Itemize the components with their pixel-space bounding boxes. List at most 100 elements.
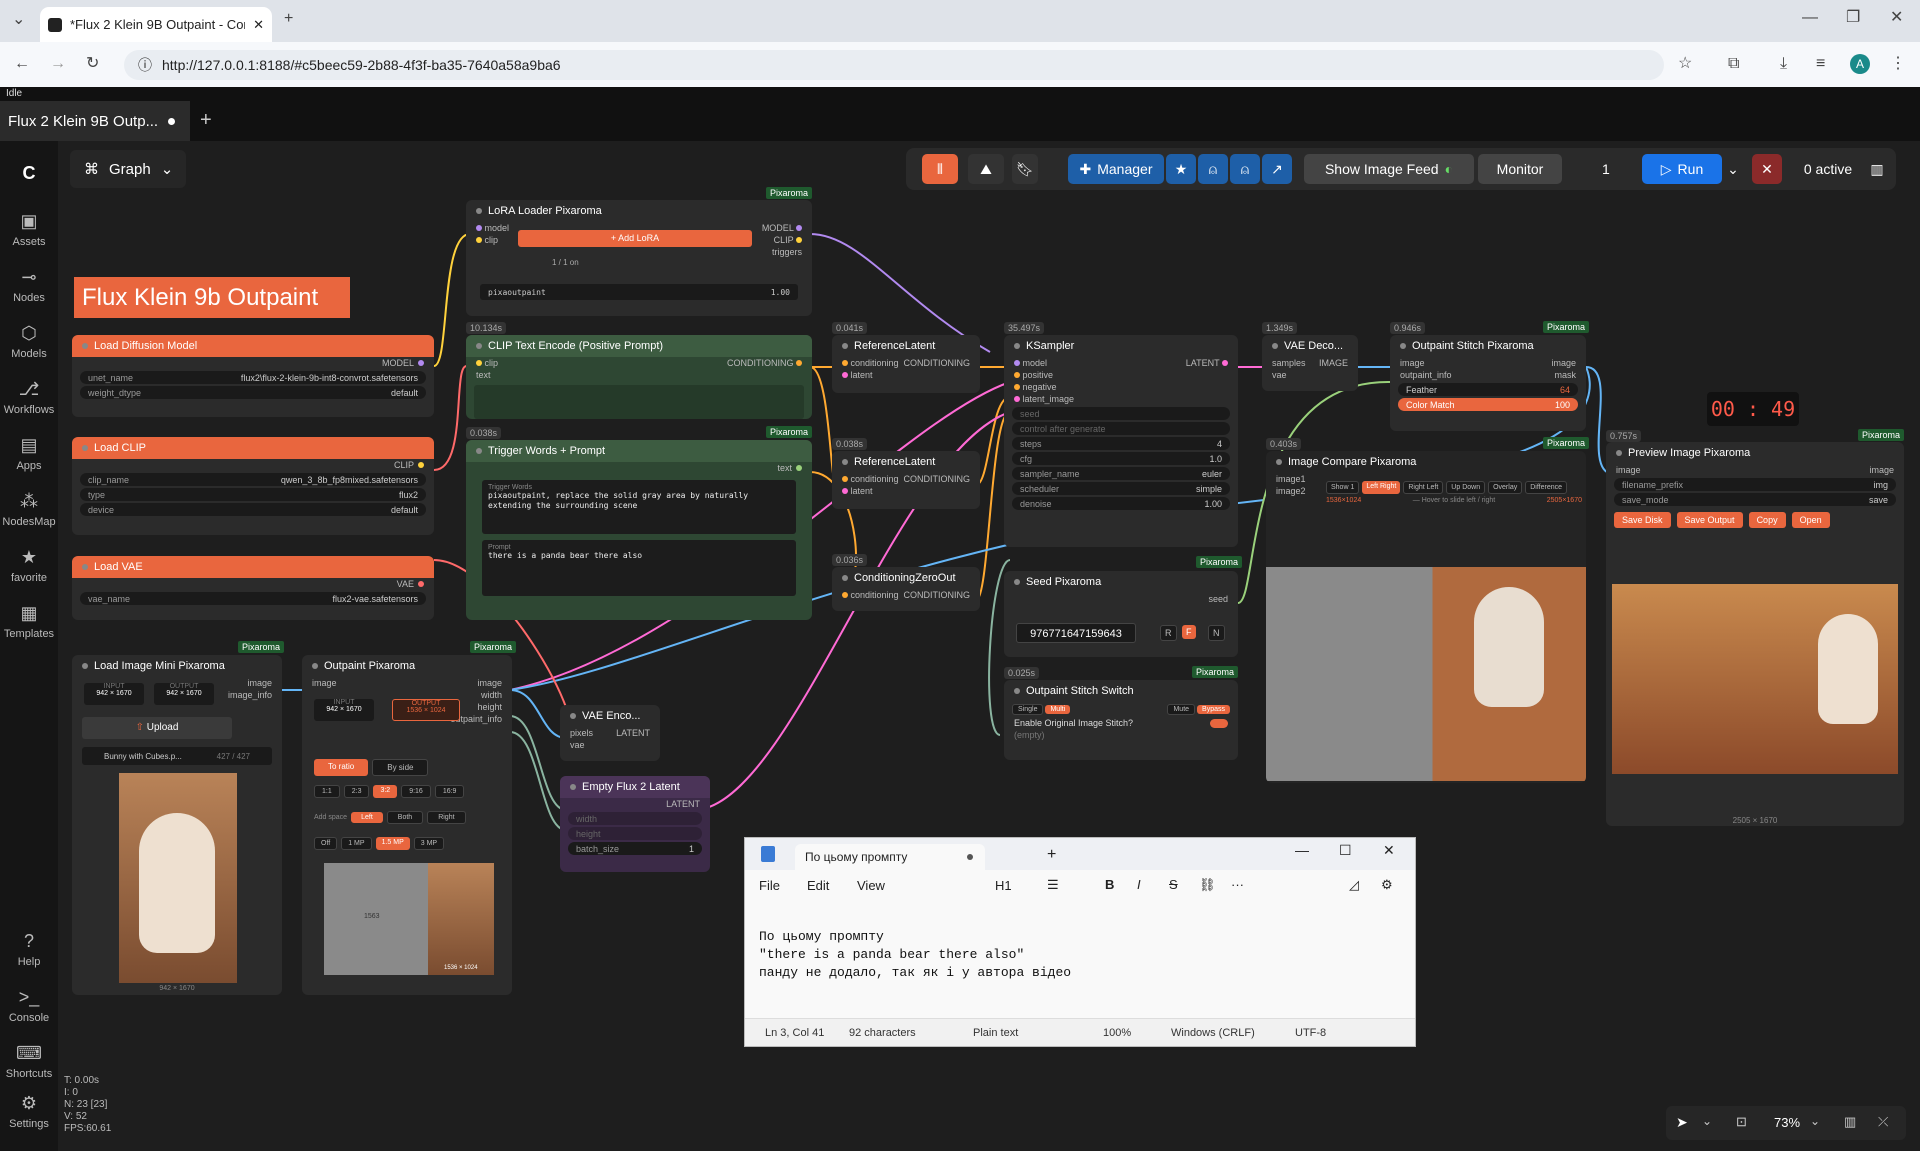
side-button[interactable]: Left	[351, 812, 383, 823]
side-button[interactable]: Right	[427, 811, 466, 824]
node-ksampler[interactable]: KSampler model LATENT positive negative l…	[1004, 335, 1238, 547]
chevron-down-icon[interactable]: ⌄	[1810, 1114, 1820, 1128]
hide-links-icon[interactable]: ⤫	[1878, 1114, 1888, 1130]
cancel-run-button[interactable]: ✕	[1752, 154, 1782, 184]
link-icon[interactable]: ⛓	[1199, 877, 1216, 893]
node-vae-encode[interactable]: VAE Enco... pixels LATENT vae	[560, 705, 660, 761]
new-workflow-icon[interactable]: +	[200, 109, 212, 132]
mp-button[interactable]: 1.5 MP	[375, 837, 410, 850]
tool-b-button[interactable]: ⍝	[1230, 154, 1260, 184]
star-tool-button[interactable]: ★	[1166, 154, 1196, 184]
fit-view-icon[interactable]: ⊡	[1736, 1114, 1747, 1130]
prompt-box[interactable]: Prompt there is a panda bear there also	[482, 540, 796, 596]
sidebar-item-nodes[interactable]: ⊸ Nodes	[0, 267, 58, 304]
file-selector[interactable]: Bunny with Cubes.p... 427 / 427	[82, 747, 272, 765]
save-mode-widget[interactable]: save_mode save	[1614, 493, 1896, 506]
graph-mode-button[interactable]: ⌘ Graph ⌄	[70, 150, 186, 188]
restore-icon[interactable]: ❐	[1846, 10, 1860, 26]
width-widget[interactable]: width	[568, 812, 702, 825]
close-window-icon[interactable]: ✕	[1890, 10, 1903, 26]
extensions-icon[interactable]: ⧉	[1728, 56, 1739, 72]
mute-toggle[interactable]: Mute	[1167, 704, 1196, 715]
new-tab-icon[interactable]: +	[284, 11, 293, 27]
node-load-clip[interactable]: Load CLIP CLIP clip_name qwen_3_8b_fp8mix…	[72, 437, 434, 535]
lora-row[interactable]: pixaoutpaint 1.00	[480, 284, 798, 300]
minimize-icon[interactable]: —	[1295, 842, 1309, 858]
scheduler-widget[interactable]: scheduler simple	[1012, 482, 1230, 495]
workflow-tab[interactable]: Flux 2 Klein 9B Outp...	[0, 101, 190, 141]
node-reference-latent-2[interactable]: ReferenceLatent conditioning CONDITIONING…	[832, 451, 980, 509]
menu-icon[interactable]: ⋮	[1890, 56, 1906, 72]
monitor-button[interactable]: Monitor	[1478, 154, 1562, 184]
notepad-text-area[interactable]: По цьому промпту "there is a panda bear t…	[759, 928, 1071, 982]
menu-view[interactable]: View	[857, 878, 885, 893]
open-button[interactable]: Open	[1791, 512, 1830, 528]
run-options-icon[interactable]: ⌄	[1724, 154, 1742, 184]
node-clip-text-encode[interactable]: CLIP Text Encode (Positive Prompt) clip C…	[466, 335, 812, 419]
ratio-button[interactable]: 16:9	[434, 785, 465, 798]
profile-avatar[interactable]: A	[1850, 54, 1870, 74]
list-icon[interactable]: ☰	[1047, 877, 1059, 893]
pixaroma-button[interactable]: ⦀	[922, 154, 958, 184]
trigger-words-box[interactable]: Trigger Words pixaoutpaint, replace the …	[482, 480, 796, 534]
sidebar-item-settings[interactable]: ⚙ Settings	[0, 1093, 58, 1130]
node-seed[interactable]: Seed Pixaroma seed 976771647159643 R F N	[1004, 571, 1238, 657]
toggle-panel-icon[interactable]: ▥	[1864, 154, 1890, 184]
compare-tab[interactable]: Left Right	[1362, 481, 1401, 494]
node-lora-loader[interactable]: LoRA Loader Pixaroma model MODEL clip CLIP…	[466, 200, 812, 316]
back-icon[interactable]: ←	[14, 56, 30, 72]
bold-icon[interactable]: B	[1105, 877, 1114, 892]
filename-prefix-widget[interactable]: filename_prefix img	[1614, 478, 1896, 491]
side-button[interactable]: Both	[386, 811, 424, 824]
browser-tab[interactable]: *Flux 2 Klein 9B Outpaint - Com ✕	[40, 7, 272, 42]
control-widget[interactable]: control after generate	[1012, 422, 1230, 435]
node-vae-decode[interactable]: VAE Deco... samples IMAGE vae	[1262, 335, 1358, 391]
sidebar-item-favorite[interactable]: ★ favorite	[0, 547, 58, 584]
tab-list-icon[interactable]: ⌄	[12, 12, 25, 28]
add-lora-button[interactable]: + Add LoRA	[518, 230, 752, 247]
compare-image[interactable]	[1266, 567, 1586, 781]
tool-a-button[interactable]: ⍝	[1198, 154, 1228, 184]
node-image-compare[interactable]: Image Compare Pixaroma image1 image2 Sho…	[1266, 451, 1586, 783]
node-outpaint-stitch[interactable]: Outpaint Stitch Pixaroma image image outp…	[1390, 335, 1586, 431]
mp-button[interactable]: 3 MP	[413, 837, 445, 850]
cfg-widget[interactable]: cfg 1.0	[1012, 452, 1230, 465]
sidebar-item-console[interactable]: >_ Console	[0, 987, 58, 1024]
download-icon[interactable]: ⤓	[1780, 56, 1787, 72]
sampler-widget[interactable]: sampler_name euler	[1012, 467, 1230, 480]
ratio-button[interactable]: 9:16	[401, 785, 431, 798]
seed-new-button[interactable]: N	[1208, 625, 1225, 641]
batch-size-widget[interactable]: batch_size 1	[568, 842, 702, 855]
node-conditioning-zero-out[interactable]: ConditioningZeroOut conditioning CONDITIO…	[832, 567, 980, 611]
sidebar-item-models[interactable]: ⬡ Models	[0, 323, 58, 360]
copy-button[interactable]: Copy	[1748, 512, 1786, 528]
sidebar-item-templates[interactable]: ▦ Templates	[0, 603, 58, 640]
strikethrough-icon[interactable]: S	[1169, 877, 1178, 892]
minimap-icon[interactable]: ▥	[1844, 1114, 1856, 1130]
select-tool-icon[interactable]: ➤	[1676, 1114, 1688, 1131]
share-button[interactable]: ↗	[1262, 154, 1292, 184]
sidebar-item-nodesmap[interactable]: ⁂ NodesMap	[0, 491, 58, 528]
seed-widget[interactable]: seed	[1012, 407, 1230, 420]
reload-icon[interactable]: ↻	[86, 56, 99, 72]
menu-edit[interactable]: Edit	[807, 878, 829, 893]
heading-dropdown[interactable]: H1	[995, 878, 1012, 893]
node-outpaint-stitch-switch[interactable]: Outpaint Stitch Switch Single Multi Mute…	[1004, 680, 1238, 760]
save-disk-button[interactable]: Save Disk	[1614, 512, 1671, 528]
clip-type-widget[interactable]: type flux2	[80, 488, 426, 501]
queue-count-input[interactable]: 1	[1592, 154, 1648, 184]
compare-tab[interactable]: Right Left	[1403, 481, 1444, 494]
seed-random-button[interactable]: R	[1160, 625, 1177, 641]
node-outpaint-pixaroma[interactable]: Outpaint Pixaroma image image width heigh…	[302, 655, 512, 995]
active-queue-label[interactable]: 0 active	[1792, 154, 1864, 184]
more-icon[interactable]: ···	[1231, 877, 1244, 892]
node-reference-latent-1[interactable]: ReferenceLatent conditioning CONDITIONING…	[832, 335, 980, 393]
node-empty-flux2-latent[interactable]: Empty Flux 2 Latent LATENT width height …	[560, 776, 710, 872]
compare-tab[interactable]: Up Down	[1446, 481, 1486, 494]
color-match-slider[interactable]: Color Match 100	[1398, 398, 1578, 411]
show-image-feed-button[interactable]: Show Image Feed ◐	[1304, 154, 1474, 184]
new-tab-icon[interactable]: +	[1047, 846, 1056, 864]
minimize-icon[interactable]: —	[1802, 10, 1818, 26]
compare-tab[interactable]: Overlay	[1488, 481, 1523, 494]
clip-name-widget[interactable]: clip_name qwen_3_8b_fp8mixed.safetensors	[80, 473, 426, 486]
